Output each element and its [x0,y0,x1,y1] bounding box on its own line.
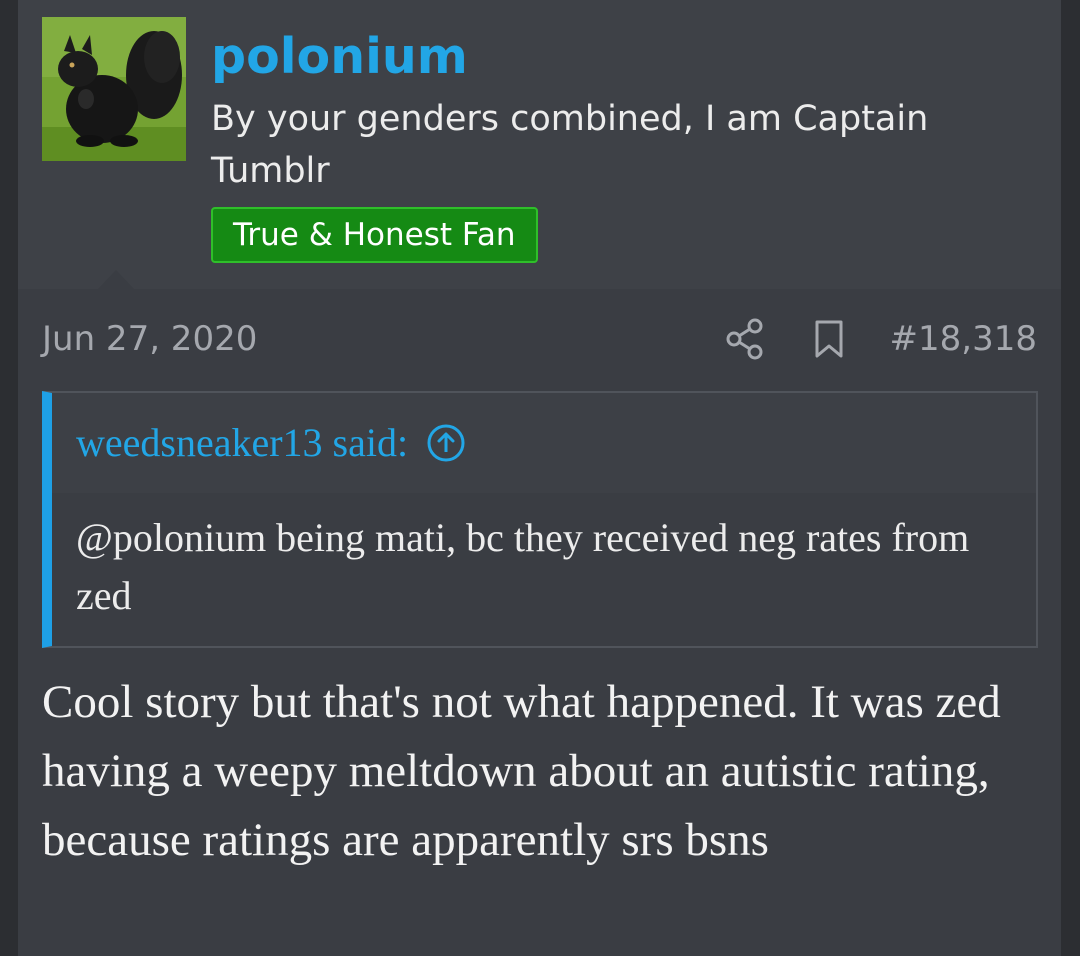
post-date-link[interactable]: Jun 27, 2020 [42,313,257,365]
user-header: polonium By your genders combined, I am … [18,0,1061,289]
quote-header: weedsneaker13 said: [52,393,1036,493]
post-number-link[interactable]: #18,318 [890,313,1037,365]
post-container: polonium By your genders combined, I am … [18,0,1061,956]
black-squirrel-avatar-image [42,17,186,161]
username-link[interactable]: polonium [211,24,468,90]
share-icon[interactable] [725,318,765,360]
quote-text: @polonium being mati, bc they received n… [76,515,970,618]
user-banner: True & Honest Fan [211,207,538,263]
bookmark-icon[interactable] [813,318,845,360]
quote-author-label[interactable]: weedsneaker13 said: [76,415,408,471]
quote-block: weedsneaker13 said: @polonium being mati… [42,391,1038,648]
arrow-up-circle-icon[interactable] [426,423,466,463]
user-avatar[interactable] [42,17,186,161]
quote-author-link[interactable]: weedsneaker13 said: [76,415,466,471]
user-title: By your genders combined, I am Captain T… [211,99,929,191]
user-header-pointer [98,270,134,289]
post-message: Cool story but that's not what happened.… [42,676,1001,866]
